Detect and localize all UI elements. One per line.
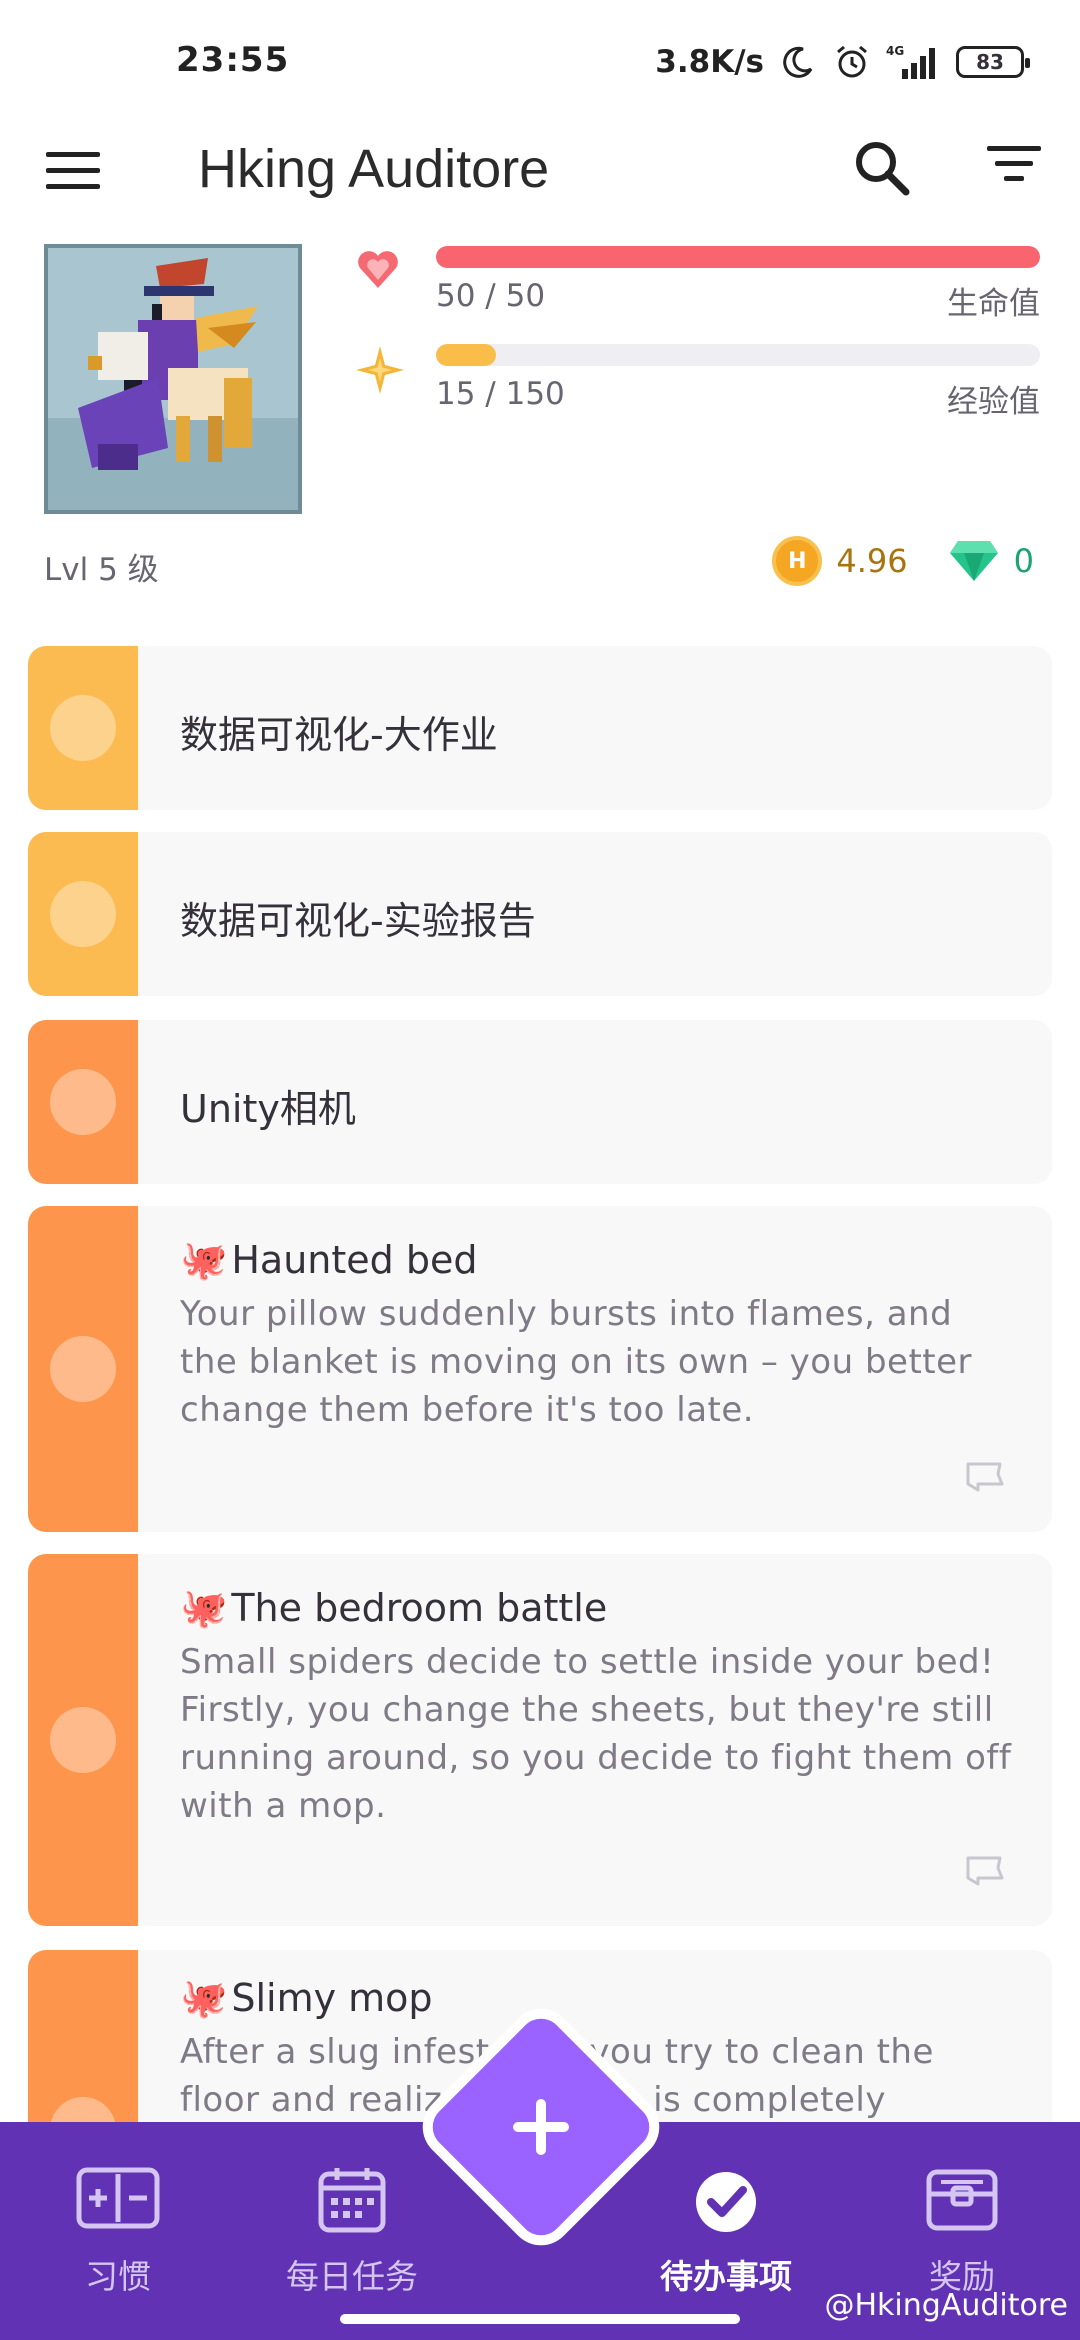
gold-amount: 4.96: [836, 542, 908, 580]
habits-icon: [75, 2166, 161, 2238]
task-item[interactable]: Unity相机: [28, 1020, 1052, 1184]
moon-icon: [778, 42, 818, 82]
experience-bar-fill: [436, 344, 497, 366]
level-text: Lvl 5 级: [44, 552, 159, 588]
task-title: 数据可视化-实验报告: [180, 899, 536, 943]
task-item[interactable]: 🐙 The bedroom battle Small spiders decide…: [28, 1554, 1052, 1926]
task-checkbox[interactable]: [50, 881, 116, 947]
status-bar: 23:55 3.8K/s 4G 83: [0, 0, 1080, 120]
app-title: Hking Auditore: [198, 139, 550, 199]
tag-icon: [964, 1458, 1008, 1494]
task-notes: Your pillow suddenly bursts into flames,…: [180, 1294, 973, 1430]
task-title: Slimy mop: [231, 1976, 433, 2020]
home-indicator[interactable]: [340, 2314, 740, 2324]
task-item[interactable]: 🐙 Haunted bed Your pillow suddenly bursts…: [28, 1206, 1052, 1532]
task-checkbox[interactable]: [50, 1336, 116, 1402]
health-bar: [436, 246, 1040, 268]
heart-icon: [354, 246, 410, 302]
experience-stat: 15 / 150 经验值: [354, 344, 1040, 420]
task-title: Haunted bed: [231, 1238, 478, 1282]
currency-row: H 4.96 0: [772, 536, 1034, 586]
calendar-icon: [309, 2166, 395, 2238]
task-title: Unity相机: [180, 1087, 356, 1131]
status-time: 23:55: [176, 40, 290, 80]
nav-item-habits[interactable]: 习惯: [8, 2122, 228, 2340]
checkmark-icon: [683, 2166, 769, 2238]
nav-label: 待办事项: [660, 2257, 792, 2296]
battery-icon: 83: [956, 46, 1030, 78]
plus-icon: [506, 2092, 576, 2162]
gold-coin-icon: H: [772, 536, 823, 586]
svg-text:4G: 4G: [886, 44, 904, 58]
nav-label: 每日任务: [286, 2257, 418, 2296]
task-checkbox-strip[interactable]: [28, 1020, 138, 1184]
task-checkbox[interactable]: [50, 695, 116, 761]
app-bar: Hking Auditore: [0, 120, 1080, 220]
star-icon: [354, 344, 410, 400]
task-checkbox-strip[interactable]: [28, 832, 138, 996]
task-checkbox[interactable]: [50, 1707, 116, 1773]
octopus-icon: 🐙: [180, 1586, 228, 1630]
gem-icon: [948, 539, 1000, 583]
nav-item-dailies[interactable]: 每日任务: [242, 2122, 462, 2340]
health-label: 生命值: [947, 286, 1040, 322]
task-title: The bedroom battle: [231, 1586, 608, 1630]
experience-value: 15 / 150: [436, 376, 565, 412]
task-notes: Small spiders decide to settle inside yo…: [180, 1642, 1012, 1826]
menu-icon[interactable]: [46, 142, 108, 198]
nav-label: 习惯: [85, 2257, 151, 2296]
task-checkbox-strip[interactable]: [28, 1206, 138, 1532]
task-item[interactable]: 数据可视化-实验报告: [28, 832, 1052, 996]
experience-bar: [436, 344, 1040, 366]
avatar[interactable]: [44, 244, 302, 514]
task-checkbox-strip[interactable]: [28, 1554, 138, 1926]
gem-amount: 0: [1013, 542, 1034, 580]
alarm-icon: [832, 42, 872, 82]
task-title: 数据可视化-大作业: [180, 713, 498, 757]
filter-icon[interactable]: [984, 146, 1044, 196]
nav-item-todos[interactable]: 待办事项: [616, 2122, 836, 2340]
signal-icon: 4G: [886, 42, 942, 82]
octopus-icon: 🐙: [180, 1238, 228, 1282]
search-icon[interactable]: [850, 136, 914, 200]
task-checkbox-strip[interactable]: [28, 646, 138, 810]
health-stat: 50 / 50 生命值: [354, 246, 1040, 322]
task-item[interactable]: 数据可视化-大作业: [28, 646, 1052, 810]
network-speed: 3.8K/s: [655, 44, 764, 80]
status-icons: 3.8K/s 4G 83: [655, 38, 1030, 86]
experience-label: 经验值: [947, 384, 1040, 420]
task-checkbox[interactable]: [50, 1069, 116, 1135]
octopus-icon: 🐙: [180, 1976, 228, 2020]
tag-icon: [964, 1852, 1008, 1888]
health-value: 50 / 50: [436, 278, 546, 314]
watermark: @HkingAuditore: [824, 2288, 1069, 2323]
treasure-chest-icon: [919, 2166, 1005, 2238]
health-bar-fill: [436, 246, 1040, 268]
